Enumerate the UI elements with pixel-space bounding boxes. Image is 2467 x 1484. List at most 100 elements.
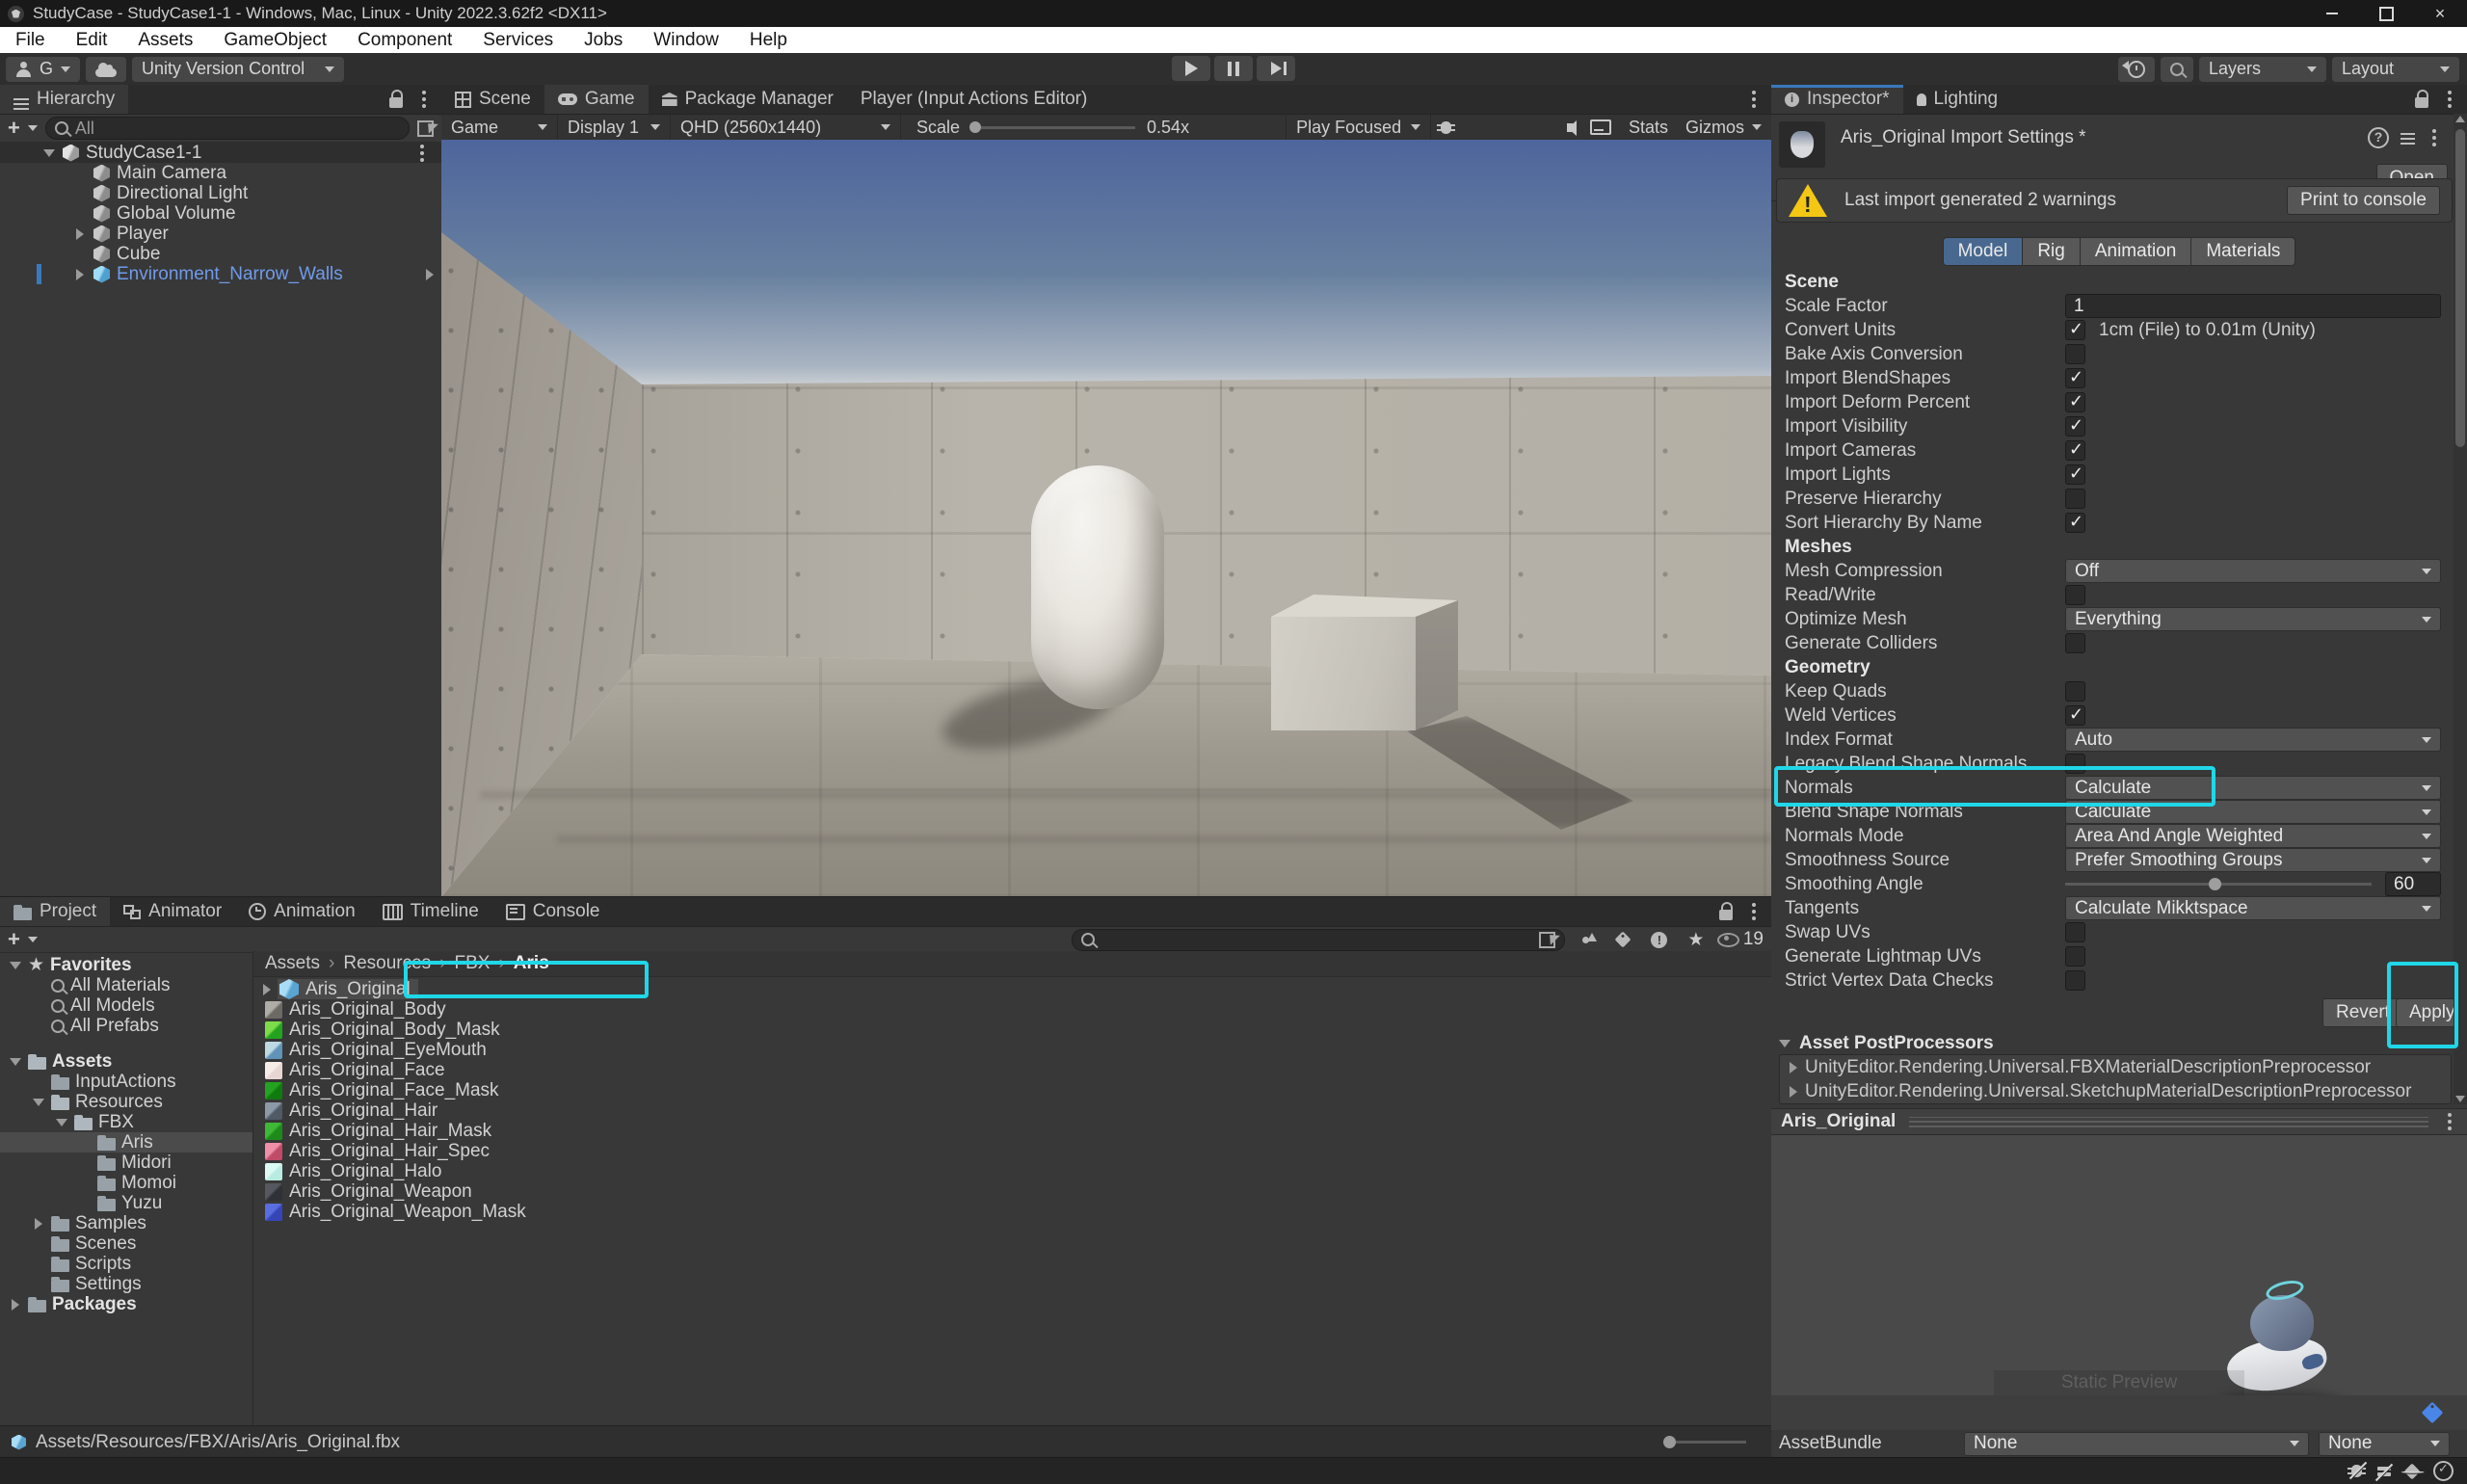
project-tree-item-assets[interactable]: Assets [0, 1051, 252, 1072]
filter-by-label-button[interactable] [1607, 929, 1638, 950]
file-item-aris-original-face[interactable]: Aris_Original_Face [253, 1060, 1771, 1080]
setting-row-sort-hierarchy-by-name[interactable]: Sort Hierarchy By Name [1771, 511, 2454, 535]
picker-icon[interactable] [417, 120, 434, 137]
checkbox-unchecked[interactable] [2065, 633, 2085, 653]
tab-console[interactable]: Console [492, 897, 614, 926]
setting-row-keep-quads[interactable]: Keep Quads [1771, 679, 2454, 703]
setting-row-import-blendshapes[interactable]: Import BlendShapes [1771, 366, 2454, 390]
file-item-aris-original-weapon[interactable]: Aris_Original_Weapon [253, 1181, 1771, 1202]
favorites-filter-button[interactable]: ★ [1681, 929, 1711, 950]
menu-item-window[interactable]: Window [638, 30, 734, 51]
setting-row-swap-uvs[interactable]: Swap UVs [1771, 920, 2454, 944]
checkbox-checked[interactable] [2065, 705, 2085, 726]
checkbox-checked[interactable] [2065, 513, 2085, 533]
setting-row-optimize-mesh[interactable]: Optimize MeshEverything [1771, 607, 2454, 631]
setting-row-generate-lightmap-uvs[interactable]: Generate Lightmap UVs [1771, 944, 2454, 968]
hierarchy-item-environment-narrow-walls[interactable]: Environment_Narrow_Walls [0, 264, 441, 284]
breadcrumb-item-aris[interactable]: Aris [514, 953, 549, 974]
slider-handle[interactable] [2209, 878, 2221, 890]
checkbox-checked[interactable] [2065, 464, 2085, 485]
mode-tab-rig[interactable]: Rig [2023, 237, 2081, 266]
mode-tab-materials[interactable]: Materials [2191, 237, 2295, 266]
expand-arrow-icon[interactable] [76, 269, 84, 280]
expand-arrow-icon[interactable] [263, 984, 271, 995]
debug-bug-icon[interactable] [1441, 121, 1451, 134]
play-button[interactable] [1172, 56, 1210, 81]
breadcrumb-item-assets[interactable]: Assets [265, 953, 320, 974]
kebab-menu-icon[interactable] [1752, 910, 1756, 914]
tab-player-input-actions-editor[interactable]: Player (Input Actions Editor) [847, 85, 1101, 114]
tab-lighting[interactable]: Lighting [1903, 85, 2012, 114]
stats-toggle[interactable]: Stats [1629, 118, 1668, 138]
close-button[interactable]: × [2413, 0, 2467, 27]
setting-row-smoothing-angle[interactable]: Smoothing Angle60 [1771, 872, 2454, 896]
game-viewport[interactable] [441, 140, 1771, 896]
collapse-arrow-icon[interactable] [10, 962, 21, 969]
project-search-input[interactable] [1072, 929, 1565, 951]
file-item-aris-original-halo[interactable]: Aris_Original_Halo [253, 1161, 1771, 1181]
tab-game[interactable]: Game [544, 85, 649, 114]
tab-timeline[interactable]: Timeline [369, 897, 492, 926]
project-tree-item-momoi[interactable]: Momoi [0, 1173, 252, 1193]
checkbox-checked[interactable] [2065, 440, 2085, 461]
dropdown-mesh-compression[interactable]: Off [2065, 559, 2441, 583]
dropdown-blend-shape-normals[interactable]: Calculate [2065, 800, 2441, 824]
filter-by-type-button[interactable] [1571, 929, 1602, 950]
file-item-aris-original-face-mask[interactable]: Aris_Original_Face_Mask [253, 1080, 1771, 1100]
resolution-dropdown[interactable]: QHD (2560x1440) [671, 115, 901, 140]
undo-history-button[interactable] [2118, 57, 2155, 82]
project-tree-item-scenes[interactable]: Scenes [0, 1233, 252, 1254]
kebab-menu-icon[interactable] [2448, 97, 2452, 101]
file-item-aris-original-eyemouth[interactable]: Aris_Original_EyeMouth [253, 1040, 1771, 1060]
project-tree-item-all-prefabs[interactable]: All Prefabs [0, 1016, 252, 1036]
mute-labels-icon[interactable] [2404, 1463, 2421, 1479]
dropdown-index-format[interactable]: Auto [2065, 728, 2441, 752]
checkbox-unchecked[interactable] [2065, 970, 2085, 991]
postprocessor-item[interactable]: UnityEditor.Rendering.Universal.FBXMater… [1780, 1055, 2451, 1079]
tab-package-manager[interactable]: Package Manager [649, 85, 847, 114]
slider-value-field[interactable]: 60 [2385, 872, 2441, 896]
checkbox-unchecked[interactable] [2065, 754, 2085, 774]
setting-row-legacy-blend-shape-normals[interactable]: Legacy Blend Shape Normals [1771, 752, 2454, 776]
setting-row-mesh-compression[interactable]: Mesh CompressionOff [1771, 559, 2454, 583]
lock-icon[interactable] [2415, 97, 2428, 108]
setting-row-read-write[interactable]: Read/Write [1771, 583, 2454, 607]
breadcrumb-item-resources[interactable]: Resources [343, 953, 431, 974]
kebab-menu-icon[interactable] [2432, 136, 2436, 140]
project-tree-item-fbx[interactable]: FBX [0, 1112, 252, 1132]
project-tree-item-settings[interactable]: Settings [0, 1274, 252, 1294]
checkbox-checked[interactable] [2065, 416, 2085, 437]
menu-item-assets[interactable]: Assets [122, 30, 208, 51]
asset-postprocessors-section[interactable]: Asset PostProcessors [1771, 1033, 1994, 1054]
menu-item-component[interactable]: Component [342, 30, 467, 51]
vsync-icon[interactable] [1590, 119, 1611, 135]
expand-arrow-icon[interactable] [76, 228, 84, 240]
expand-arrow-icon[interactable] [35, 1218, 42, 1230]
checkbox-unchecked[interactable] [2065, 922, 2085, 942]
kebab-menu-icon[interactable] [422, 97, 426, 101]
hierarchy-item-main-camera[interactable]: Main Camera [0, 163, 441, 183]
project-tree-item-packages[interactable]: Packages [0, 1294, 252, 1314]
prefab-open-chevron-icon[interactable] [426, 269, 434, 280]
project-tree-item-inputactions[interactable]: InputActions [0, 1072, 252, 1092]
hierarchy-scene-row[interactable]: StudyCase1-1 [0, 143, 441, 163]
display-target-dropdown[interactable]: Display 1 [558, 115, 671, 140]
tab-inspector[interactable]: i Inspector* [1771, 85, 1903, 114]
menu-item-file[interactable]: File [0, 30, 61, 51]
project-tree-item-samples[interactable]: Samples [0, 1213, 252, 1233]
breadcrumb-item-fbx[interactable]: FBX [455, 953, 491, 974]
project-tree-item-aris[interactable]: Aris [0, 1132, 252, 1153]
thumbnail-size-slider[interactable] [1663, 1441, 1746, 1444]
collapse-arrow-icon[interactable] [10, 1058, 21, 1066]
collapse-arrow-icon[interactable] [56, 1119, 67, 1126]
checkbox-unchecked[interactable] [2065, 585, 2085, 605]
help-icon[interactable]: ? [2368, 127, 2389, 148]
assetbundle-variant-dropdown[interactable]: None [2319, 1432, 2450, 1456]
menu-item-edit[interactable]: Edit [61, 30, 123, 51]
scale-slider-track[interactable] [981, 126, 1135, 129]
file-item-aris-original-hair[interactable]: Aris_Original_Hair [253, 1100, 1771, 1121]
scrollbar-thumb[interactable] [2455, 129, 2465, 447]
slider-track[interactable] [2065, 883, 2372, 886]
kebab-menu-icon[interactable] [2448, 1120, 2452, 1124]
dropdown-tangents[interactable]: Calculate Mikktspace [2065, 896, 2441, 920]
